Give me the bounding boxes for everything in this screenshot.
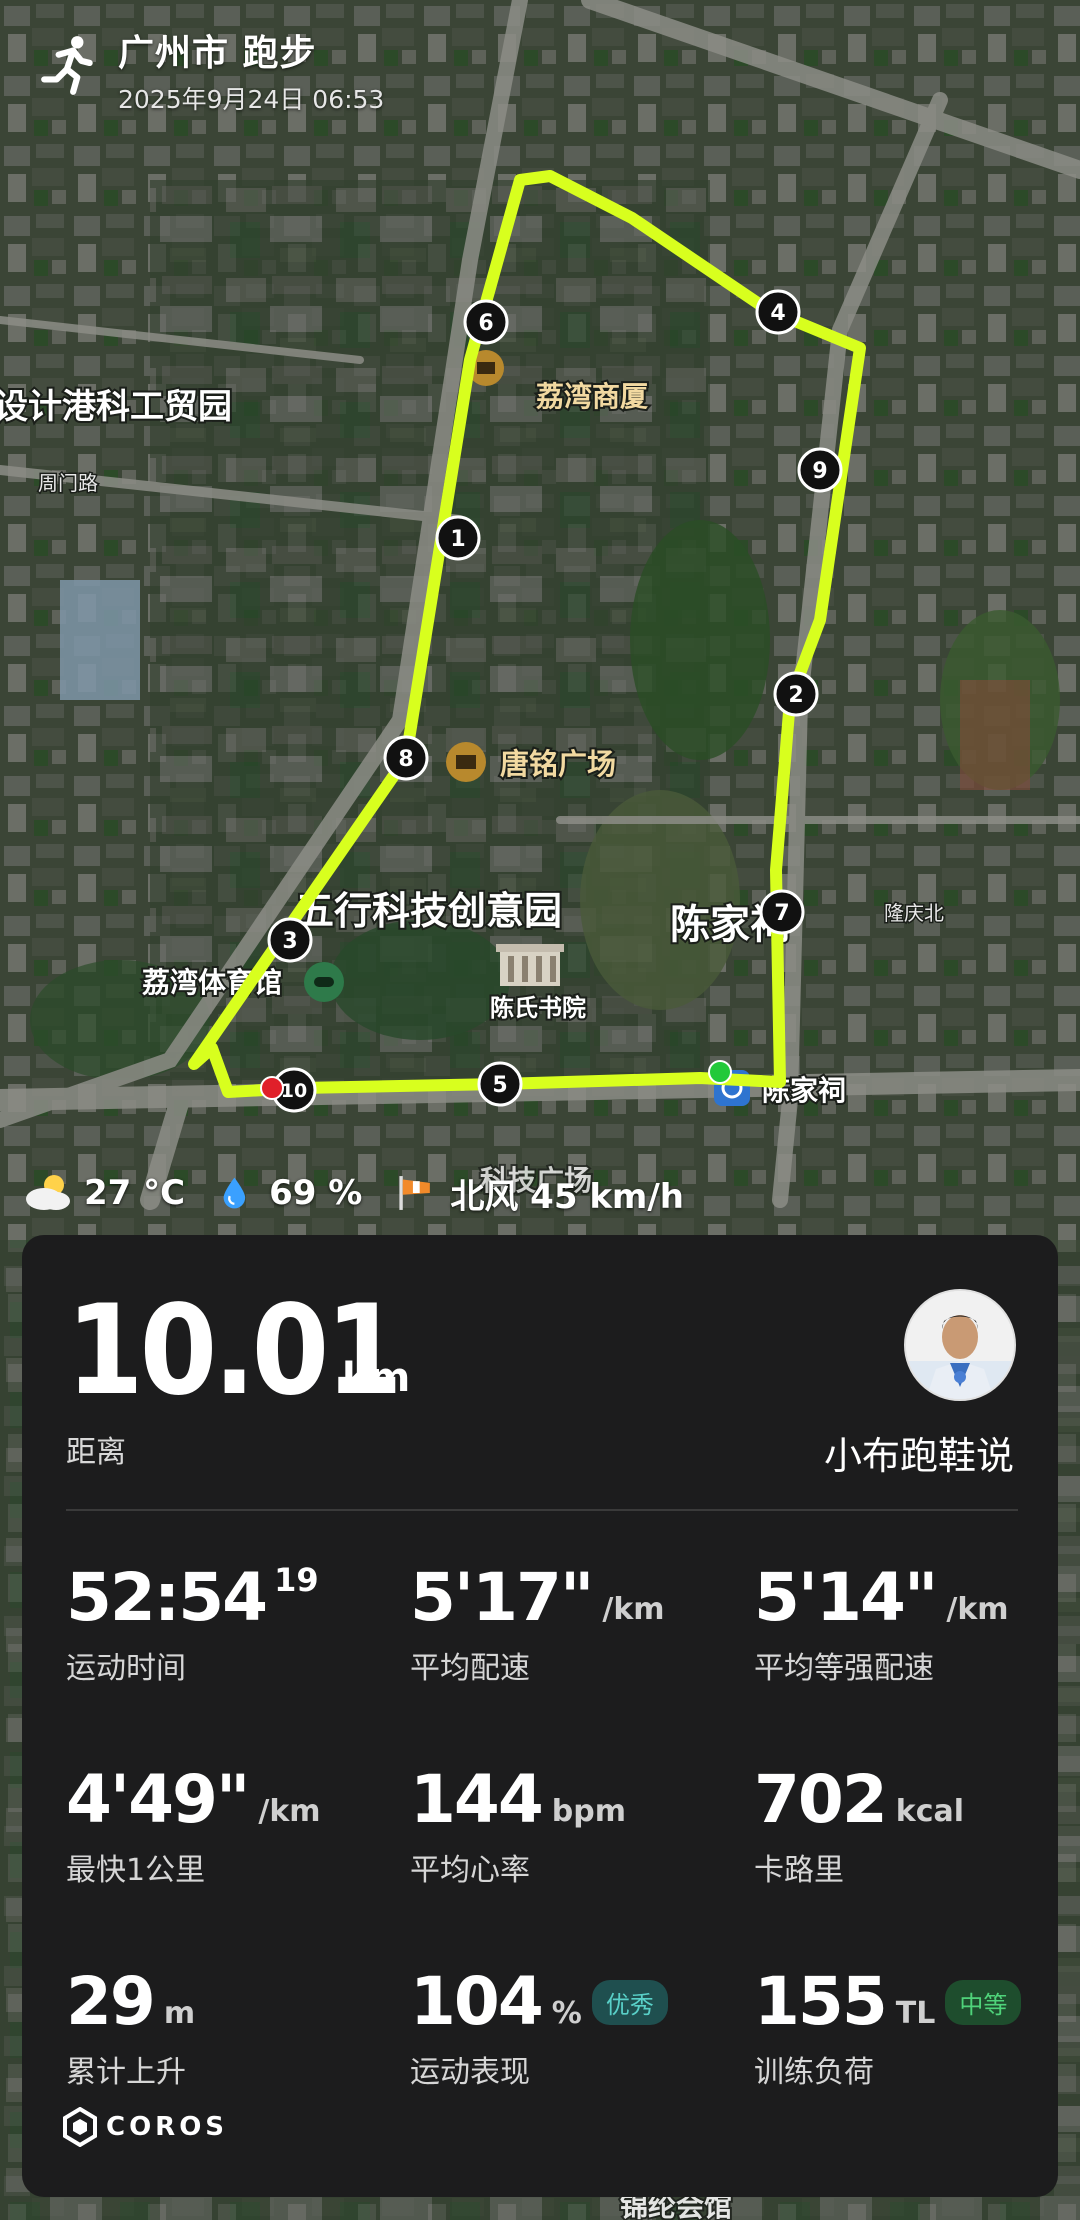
stat-calories: 702 kcal 卡路里 [754,1767,964,1889]
stat-avg-heart-rate: 144 bpm 平均心率 [410,1767,626,1889]
stat-label: 运动时间 [66,1651,186,1686]
distance-unit: km [342,1355,411,1401]
activity-title: 广州市 跑步 [118,33,317,74]
km-marker-2: 2 [773,671,819,717]
stat-value: 29 [66,1963,156,2040]
temperature-value: 27 °C [84,1173,186,1213]
svg-text:6: 6 [478,311,493,336]
svg-text:9: 9 [812,459,827,484]
stat-avg-pace: 5'17" /km 平均配速 [410,1565,665,1687]
km-marker-8: 8 [383,735,429,781]
stat-value: 155 [754,1963,888,2040]
stat-subseconds: 19 [274,1561,319,1599]
svg-text:2: 2 [788,683,803,708]
humidity-drop-icon [223,1177,246,1209]
km-marker-9: 9 [797,447,843,493]
km-marker-4: 4 [755,289,801,335]
stat-label: 平均等强配速 [754,1651,934,1686]
svg-text:7: 7 [774,901,789,926]
km-marker-7: 7 [759,889,805,935]
stat-label: 累计上升 [66,2055,186,2090]
stat-elevation-gain: 29 m 累计上升 [66,1969,195,2091]
temperature-item: 27 °C [22,1169,185,1217]
stat-value: 702 [754,1761,888,1838]
road-label: 周门路 [38,471,98,495]
svg-text:4: 4 [770,301,785,326]
stat-value: 104 [410,1963,544,2040]
area-label: 设计港科工贸园 [0,387,232,427]
stats-card: 10.01 km 距离 小布跑鞋说 52:54 19 运动时间 5'17" /k… [22,1235,1058,2197]
stat-unit: bpm [551,1794,626,1829]
stat-label: 卡路里 [754,1853,844,1888]
km-marker-6: 6 [463,299,509,345]
distance-label: 距离 [66,1435,126,1470]
stadium-icon [304,962,344,1002]
stat-unit: /km [258,1794,321,1829]
stat-training-load: 155 TL 中等 训练负荷 [754,1963,1022,2091]
svg-text:10: 10 [281,1080,307,1102]
stat-value: 5'14" [754,1559,938,1636]
svg-text:5: 5 [492,1073,507,1098]
coros-wordmark: COROS [106,2112,229,2142]
partly-cloudy-icon [26,1175,70,1210]
svg-text:8: 8 [398,747,413,772]
stat-label: 训练负荷 [754,2055,874,2090]
stat-performance: 104 % 优秀 运动表现 [410,1969,668,2091]
stat-unit: % [551,1996,582,2031]
stat-grade-adjusted-pace: 5'14" /km 平均等强配速 [754,1565,1009,1687]
divider [66,1509,1018,1511]
stat-label: 最快1公里 [66,1853,206,1888]
km-marker-1: 1 [435,515,481,561]
stat-label: 平均心率 [410,1853,530,1888]
activity-header: 广州市 跑步 2025年9月24日 06:53 [36,24,384,114]
running-icon [41,36,93,95]
area-label: 陈氏书院 [490,994,586,1022]
stat-label: 运动表现 [410,2055,530,2090]
coros-logo-icon [63,2107,97,2147]
avatar-image [906,1291,1014,1399]
km-marker-3: 3 [267,917,313,963]
wind-item: 北风 45 km/h [396,1169,684,1218]
km-marker-5: 5 [477,1061,523,1107]
performance-badge: 优秀 [591,1980,668,2025]
stat-unit: TL [895,1996,936,2031]
poi-label: 唐铭广场 [500,747,616,781]
stat-value: 144 [410,1761,544,1838]
museum-icon [496,944,564,986]
road-label: 隆庆北 [884,901,944,925]
stat-unit: kcal [895,1794,965,1829]
stat-value: 5'17" [410,1559,594,1636]
windsock-icon [399,1176,431,1210]
stat-duration: 52:54 19 运动时间 [66,1559,319,1687]
end-point [260,1076,284,1100]
stat-unit: m [163,1996,196,2031]
coros-logo: COROS [62,2107,228,2147]
wind-value: 北风 45 km/h [450,1176,684,1217]
avatar[interactable] [904,1289,1016,1401]
area-label: 五行科技创意园 [296,889,562,933]
stat-value: 4'49" [66,1761,250,1838]
stat-value: 52:54 [66,1559,268,1636]
stat-unit: /km [946,1592,1009,1627]
weather-bar: 27 °C 69 % 北风 45 km/h [22,1163,718,1223]
humidity-value: 69 % [269,1173,363,1213]
start-point [708,1060,732,1084]
stat-fastest-km: 4'49" /km 最快1公里 [66,1767,321,1889]
humidity-item: 69 % [219,1169,362,1217]
svg-text:3: 3 [282,929,297,954]
svg-text:1: 1 [450,527,465,552]
stat-unit: /km [602,1592,665,1627]
username[interactable]: 小布跑鞋说 [824,1425,1014,1480]
training-load-badge: 中等 [945,1980,1022,2025]
stat-label: 平均配速 [410,1651,530,1686]
poi-label: 荔湾商厦 [536,380,648,413]
poi-icon [446,742,486,782]
activity-datetime: 2025年9月24日 06:53 [118,85,385,114]
